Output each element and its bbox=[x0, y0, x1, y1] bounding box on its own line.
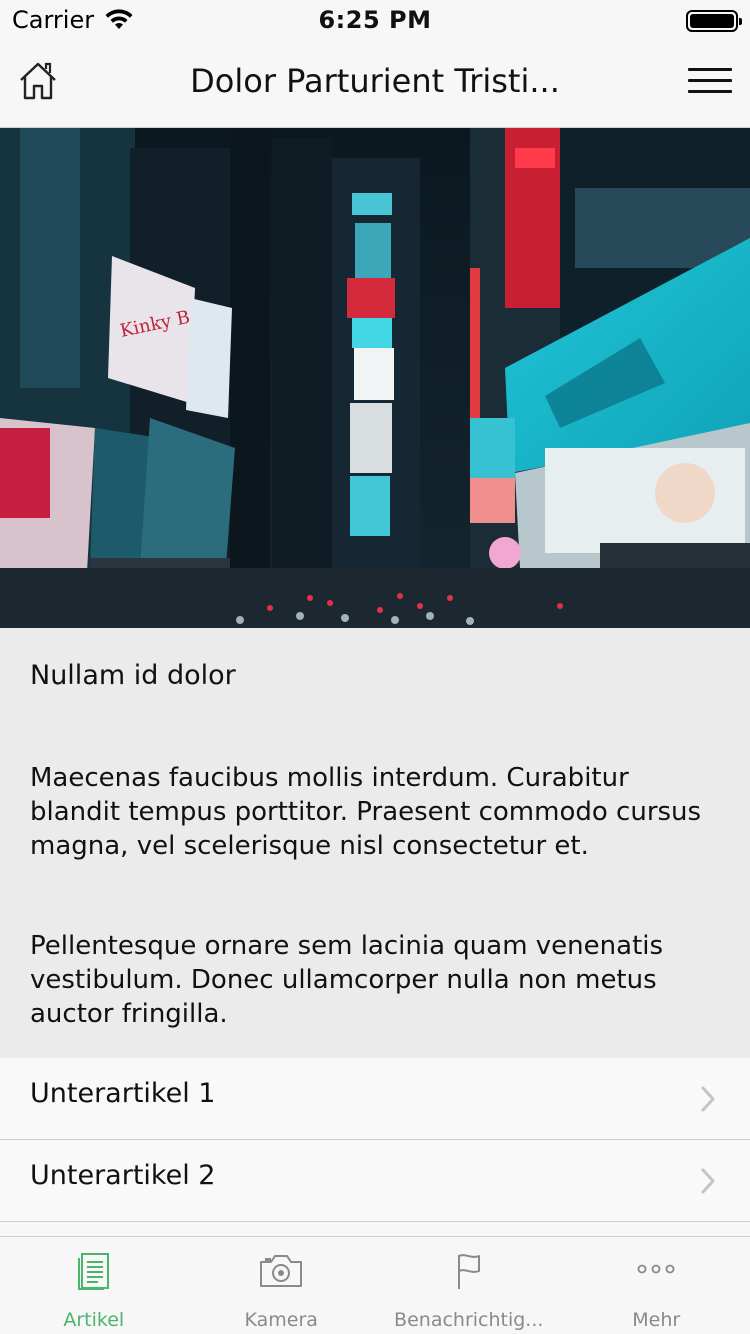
sub-article-label: Unterartikel 1 bbox=[30, 1078, 216, 1109]
article-icon bbox=[77, 1253, 109, 1290]
tab-label: Mehr bbox=[632, 1309, 681, 1331]
article-paragraph-2: Pellentesque ornare sem lacinia quam ven… bbox=[30, 931, 664, 1029]
city-night-illustration: Kinky Boots bbox=[0, 128, 750, 628]
tab-bar: Artikel Kamera Benachrichtig... Mehr bbox=[0, 1236, 750, 1334]
navigation-bar: Dolor Parturient Tristi... bbox=[0, 40, 750, 128]
tab-label: Benachrichtig... bbox=[394, 1309, 544, 1331]
more-icon bbox=[637, 1264, 675, 1274]
hero-image: Kinky Boots bbox=[0, 128, 750, 628]
tab-artikel[interactable]: Artikel bbox=[0, 1237, 188, 1334]
article-content: Nullam id dolor Maecenas faucibus mollis… bbox=[0, 628, 750, 1058]
tab-kamera[interactable]: Kamera bbox=[188, 1237, 376, 1334]
article-heading: Nullam id dolor bbox=[30, 660, 236, 691]
sub-article-item-2[interactable]: Unterartikel 2 bbox=[0, 1140, 750, 1222]
home-icon bbox=[20, 62, 56, 100]
sub-article-item-1[interactable]: Unterartikel 1 bbox=[0, 1058, 750, 1140]
home-button[interactable] bbox=[18, 60, 58, 102]
tab-label: Kamera bbox=[244, 1309, 318, 1331]
page-title: Dolor Parturient Tristi... bbox=[190, 62, 560, 100]
flag-icon bbox=[457, 1254, 480, 1289]
status-time: 6:25 PM bbox=[318, 6, 432, 34]
tab-label: Artikel bbox=[63, 1309, 125, 1331]
battery-icon bbox=[686, 10, 742, 32]
status-bar: Carrier 6:25 PM bbox=[0, 0, 750, 40]
chevron-right-icon bbox=[701, 1086, 715, 1112]
tab-mehr[interactable]: Mehr bbox=[563, 1237, 750, 1334]
tab-benachrichtigungen[interactable]: Benachrichtig... bbox=[375, 1237, 563, 1334]
hamburger-icon bbox=[688, 68, 732, 71]
menu-button[interactable] bbox=[688, 68, 732, 94]
article-paragraph-1: Maecenas faucibus mollis interdum. Curab… bbox=[30, 763, 702, 861]
camera-icon bbox=[260, 1255, 303, 1287]
chevron-right-icon bbox=[701, 1168, 715, 1194]
sub-article-label: Unterartikel 2 bbox=[30, 1160, 216, 1191]
sub-article-list: Unterartikel 1 Unterartikel 2 bbox=[0, 1058, 750, 1222]
